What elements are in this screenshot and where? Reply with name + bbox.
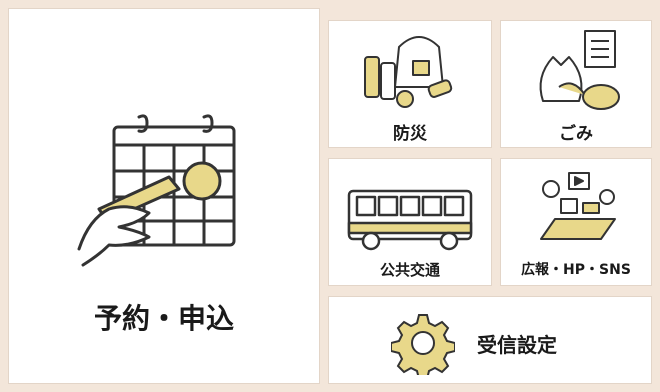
- pr-label: 広報・HP・SNS: [521, 262, 631, 278]
- bus-icon: [347, 189, 473, 251]
- transport-label: 公共交通: [379, 261, 440, 279]
- reservation-label: 予約・申込: [93, 302, 234, 335]
- disaster-label: 防災: [393, 124, 427, 144]
- calendar-hand-icon: [77, 114, 236, 267]
- disaster-tile[interactable]: 防災: [328, 20, 492, 148]
- tablet-media-icon: [540, 172, 616, 240]
- garbage-bag-icon: [539, 30, 620, 110]
- menu-grid: 予約・申込 防災 ごみ 公共交通 広報・HP・SNS 受信設定: [0, 0, 660, 392]
- settings-label: 受信設定: [477, 333, 557, 357]
- emergency-supplies-icon: [364, 36, 453, 108]
- transport-tile[interactable]: 公共交通: [328, 158, 492, 286]
- garbage-label: ごみ: [559, 124, 593, 144]
- gear-icon: [391, 314, 455, 375]
- reservation-tile[interactable]: 予約・申込: [8, 8, 320, 384]
- pr-tile[interactable]: 広報・HP・SNS: [500, 158, 652, 286]
- garbage-tile[interactable]: ごみ: [500, 20, 652, 148]
- settings-tile[interactable]: 受信設定: [328, 296, 652, 384]
